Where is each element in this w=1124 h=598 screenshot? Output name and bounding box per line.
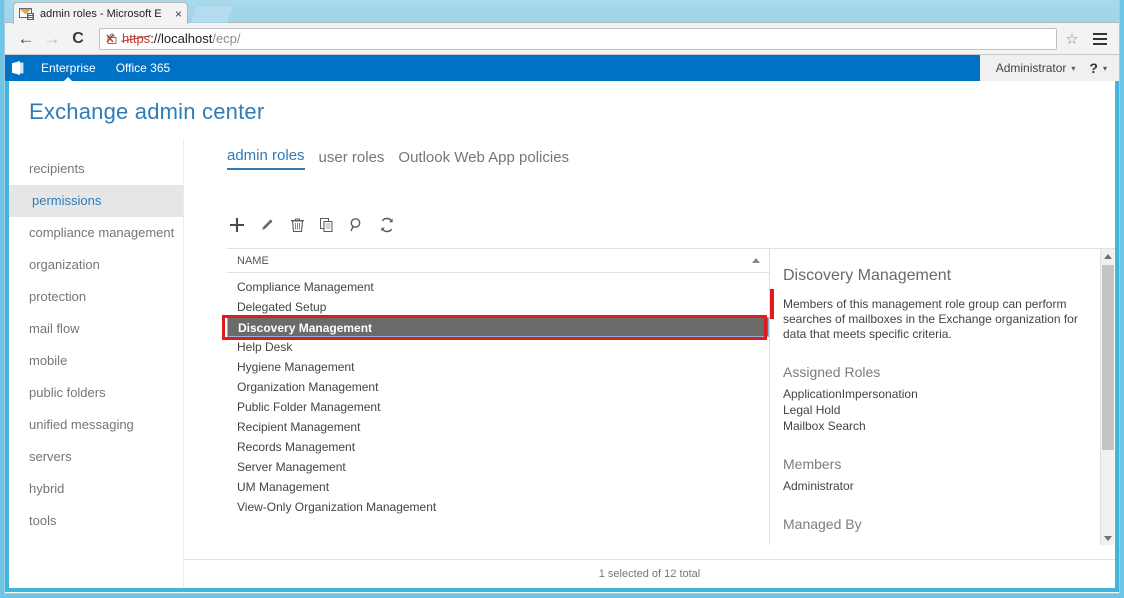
edit-pencil-icon[interactable] [257,215,277,235]
assigned-roles-block: Assigned Roles ApplicationImpersonation … [783,364,1085,434]
browser-tab-title: admin roles - Microsoft E [40,8,172,20]
sidebar-item-hybrid[interactable]: hybrid [9,473,183,505]
url-separator: :// [150,31,161,46]
suite-bar-right: Administrator ▾ ? ▾ [980,55,1119,81]
search-icon[interactable] [347,215,367,235]
sidebar-item-compliance-management[interactable]: compliance management [9,217,183,249]
invalid-certificate-icon[interactable] [106,32,121,46]
sidebar-item-permissions[interactable]: permissions [9,185,183,217]
suite-link-enterprise[interactable]: Enterprise [31,55,106,81]
assigned-role-item: Legal Hold [783,402,1085,418]
sidebar-item-mail-flow[interactable]: mail flow [9,313,183,345]
suite-link-office365[interactable]: Office 365 [106,55,180,81]
annotation-marker [770,289,774,319]
account-name: Administrator [996,61,1067,75]
member-item: Administrator [783,478,1085,494]
account-menu[interactable]: Administrator ▾ [996,61,1076,75]
managed-by-block: Managed By [783,516,1085,532]
sidebar-item-protection[interactable]: protection [9,281,183,313]
managed-by-heading: Managed By [783,516,1085,532]
eac-page: Exchange admin center recipients permiss… [5,81,1119,592]
copy-icon[interactable] [317,215,337,235]
browser-toolbar: ← → C https://localhost/ecp/ ☆ [5,23,1119,55]
list-item[interactable]: Delegated Setup [227,297,769,317]
members-heading: Members [783,456,1085,472]
sidebar: recipients permissions compliance manage… [9,139,184,588]
list-item[interactable]: Public Folder Management [227,397,769,417]
desktop-background: admin roles - Microsoft E × ← → C https:… [0,0,1124,598]
scrollbar-thumb[interactable] [1102,265,1114,450]
bookmark-star-icon[interactable]: ☆ [1062,29,1082,49]
sidebar-item-organization[interactable]: organization [9,249,183,281]
url-host: localhost [161,31,212,46]
page-title: Exchange admin center [9,81,1115,139]
content-area: recipients permissions compliance manage… [9,139,1115,588]
sidebar-item-unified-messaging[interactable]: unified messaging [9,409,183,441]
chevron-down-icon: ▾ [1103,64,1107,73]
sidebar-item-servers[interactable]: servers [9,441,183,473]
tab-close-icon[interactable]: × [175,8,182,20]
forward-icon[interactable]: → [39,26,65,52]
help-icon: ? [1089,60,1098,76]
selection-status: 1 selected of 12 total [378,568,921,580]
list-item[interactable]: View-Only Organization Management [227,497,769,517]
sidebar-item-tools[interactable]: tools [9,505,183,537]
list-and-details: NAME Compliance Management Delegated Set… [227,248,1115,545]
help-menu[interactable]: ? ▾ [1089,60,1107,76]
details-scrollbar[interactable] [1100,249,1114,545]
tab-admin-roles[interactable]: admin roles [227,147,305,170]
address-bar[interactable]: https://localhost/ecp/ [99,28,1057,50]
list-item[interactable]: Organization Management [227,377,769,397]
list-item[interactable]: Records Management [227,437,769,457]
details-description: Members of this management role group ca… [783,297,1085,342]
column-header-name: NAME [237,255,269,267]
list-item-selected[interactable]: Discovery Management [227,317,769,337]
sort-ascending-icon[interactable] [752,258,760,263]
url-scheme: https [122,31,150,46]
add-icon[interactable] [227,215,247,235]
tab-user-roles[interactable]: user roles [319,149,385,170]
refresh-icon[interactable] [377,215,397,235]
list-item[interactable]: Hygiene Management [227,357,769,377]
browser-tab-strip: admin roles - Microsoft E × [5,0,1119,23]
roles-list: NAME Compliance Management Delegated Set… [227,249,770,545]
sidebar-item-public-folders[interactable]: public folders [9,377,183,409]
status-bar: 1 selected of 12 total [184,559,1115,588]
list-item[interactable]: Server Management [227,457,769,477]
list-item[interactable]: Help Desk [227,337,769,357]
main-panel: admin roles user roles Outlook Web App p… [184,139,1115,588]
members-block: Members Administrator [783,456,1085,494]
delete-trash-icon[interactable] [287,215,307,235]
page-viewport: Enterprise Office 365 Administrator ▾ ? … [5,55,1119,592]
sidebar-item-mobile[interactable]: mobile [9,345,183,377]
url-path: /ecp/ [212,31,240,46]
chevron-down-icon: ▾ [1071,64,1075,73]
assigned-role-item: Mailbox Search [783,418,1085,434]
assigned-role-item: ApplicationImpersonation [783,386,1085,402]
back-icon[interactable]: ← [13,26,39,52]
browser-window: admin roles - Microsoft E × ← → C https:… [4,0,1120,594]
hamburger-menu-icon[interactable] [1089,28,1111,50]
office-365-logo[interactable] [5,55,31,81]
scroll-up-icon[interactable] [1101,249,1115,263]
list-column-header[interactable]: NAME [227,249,769,273]
assigned-roles-heading: Assigned Roles [783,364,1085,380]
details-title: Discovery Management [783,267,1085,285]
list-item[interactable]: UM Management [227,477,769,497]
tab-bar: admin roles user roles Outlook Web App p… [227,139,1115,170]
tab-owa-policies[interactable]: Outlook Web App policies [398,149,569,170]
reload-icon[interactable]: C [65,26,91,52]
browser-tab[interactable]: admin roles - Microsoft E × [13,2,188,24]
mail-envelope-icon [19,7,35,21]
command-toolbar [227,210,1115,240]
list-item[interactable]: Compliance Management [227,277,769,297]
url-text: https://localhost/ecp/ [122,32,241,46]
scroll-down-icon[interactable] [1101,531,1115,545]
new-tab-button[interactable] [190,5,235,23]
sidebar-item-recipients[interactable]: recipients [9,153,183,185]
details-pane: Discovery Management Members of this man… [770,249,1115,545]
list-rows: Compliance Management Delegated Setup Di… [227,273,769,517]
list-item[interactable]: Recipient Management [227,417,769,437]
office365-suite-bar: Enterprise Office 365 Administrator ▾ ? … [5,55,1119,81]
